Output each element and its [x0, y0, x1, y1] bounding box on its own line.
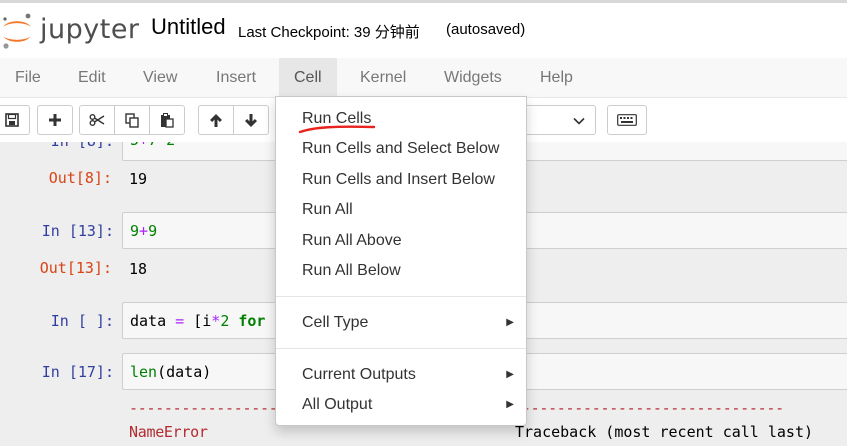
menu-current-outputs[interactable]: Current Outputs ▶	[276, 360, 526, 390]
copy-button[interactable]	[114, 105, 150, 135]
menu-item-label: Current Outputs	[302, 366, 416, 383]
output-prompt: Out[8]:	[48, 169, 112, 187]
menu-item-label: Run All Above	[302, 232, 402, 249]
menu-item-label: Cell Type	[302, 314, 369, 331]
paste-icon	[161, 112, 174, 128]
cut-icon	[89, 114, 105, 126]
traceback-header: Traceback (most recent call last)	[515, 423, 814, 441]
command-palette-button[interactable]	[607, 105, 647, 135]
checkpoint-status: Last Checkpoint: 39 分钟前	[238, 24, 420, 41]
menu-kernel[interactable]: Kernel	[345, 58, 421, 98]
input-prompt: In [ ]:	[50, 312, 114, 330]
plus-icon	[49, 114, 61, 126]
menu-item-label: Run Cells and Insert Below	[302, 171, 495, 188]
menu-divider	[276, 296, 526, 297]
autosave-status: (autosaved)	[446, 21, 526, 38]
cell-code: 9+9	[130, 222, 158, 240]
menu-view[interactable]: View	[128, 58, 192, 98]
jupyter-logo[interactable]: jupyter	[0, 9, 140, 53]
menu-run-all-below[interactable]: Run All Below	[276, 256, 526, 286]
menu-run-all-above[interactable]: Run All Above	[276, 226, 526, 256]
save-icon	[5, 113, 19, 127]
menu-item-label: All Output	[302, 396, 373, 413]
move-down-button[interactable]	[233, 105, 269, 135]
menu-cell-type[interactable]: Cell Type ▶	[276, 308, 526, 338]
menu-insert[interactable]: Insert	[201, 58, 271, 98]
notebook-name[interactable]: Untitled	[151, 14, 226, 40]
submenu-caret-icon: ▶	[506, 399, 514, 410]
input-prompt: In [17]:	[41, 363, 114, 381]
menu-edit[interactable]: Edit	[63, 58, 121, 98]
cell-output: 19	[129, 170, 148, 188]
arrow-up-icon	[210, 113, 222, 127]
submenu-caret-icon: ▶	[506, 369, 514, 380]
menu-item-label: Run All	[302, 201, 353, 218]
cell-output: 18	[129, 260, 148, 278]
cell-type-select[interactable]	[520, 105, 596, 135]
insert-cell-button[interactable]	[37, 105, 73, 135]
menu-widgets[interactable]: Widgets	[429, 58, 517, 98]
output-prompt: Out[13]:	[39, 259, 112, 277]
input-prompt: In [13]:	[41, 222, 114, 240]
notebook-header: jupyter Untitled Last Checkpoint: 39 分钟前…	[0, 0, 847, 58]
copy-icon	[125, 112, 139, 128]
red-underline-annotation	[298, 125, 376, 134]
menu-item-label: Run All Below	[302, 262, 401, 279]
move-up-button[interactable]	[198, 105, 234, 135]
menubar: File Edit View Insert Cell Kernel Widget…	[0, 58, 847, 98]
error-name: NameError	[129, 423, 208, 441]
menu-all-output[interactable]: All Output ▶	[276, 390, 526, 420]
menu-file[interactable]: File	[0, 58, 56, 98]
menu-run-cells-insert-below[interactable]: Run Cells and Insert Below	[276, 165, 526, 195]
submenu-caret-icon: ▶	[506, 317, 514, 328]
jupyter-logo-icon	[3, 13, 31, 49]
keyboard-icon	[617, 114, 637, 126]
menu-run-cells-select-below[interactable]: Run Cells and Select Below	[276, 134, 526, 164]
menu-item-label: Run Cells and Select Below	[302, 140, 500, 157]
chevron-down-icon	[573, 117, 585, 125]
menu-cell[interactable]: Cell	[279, 58, 337, 98]
cell-code: 5+7*2	[130, 142, 175, 149]
cell-code: len(data)	[130, 363, 212, 381]
cut-button[interactable]	[79, 105, 115, 135]
paste-button[interactable]	[149, 105, 185, 135]
arrow-down-icon	[245, 113, 257, 127]
menu-help[interactable]: Help	[525, 58, 588, 98]
cell-menu-dropdown: Run Cells Run Cells and Select Below Run…	[275, 96, 527, 426]
save-button[interactable]	[0, 105, 30, 135]
menu-run-all[interactable]: Run All	[276, 195, 526, 225]
menu-divider	[276, 348, 526, 349]
logo-text: jupyter	[40, 13, 140, 45]
cell-code: data = [i*2 for	[130, 312, 266, 330]
input-prompt: In [8]:	[4, 142, 114, 150]
